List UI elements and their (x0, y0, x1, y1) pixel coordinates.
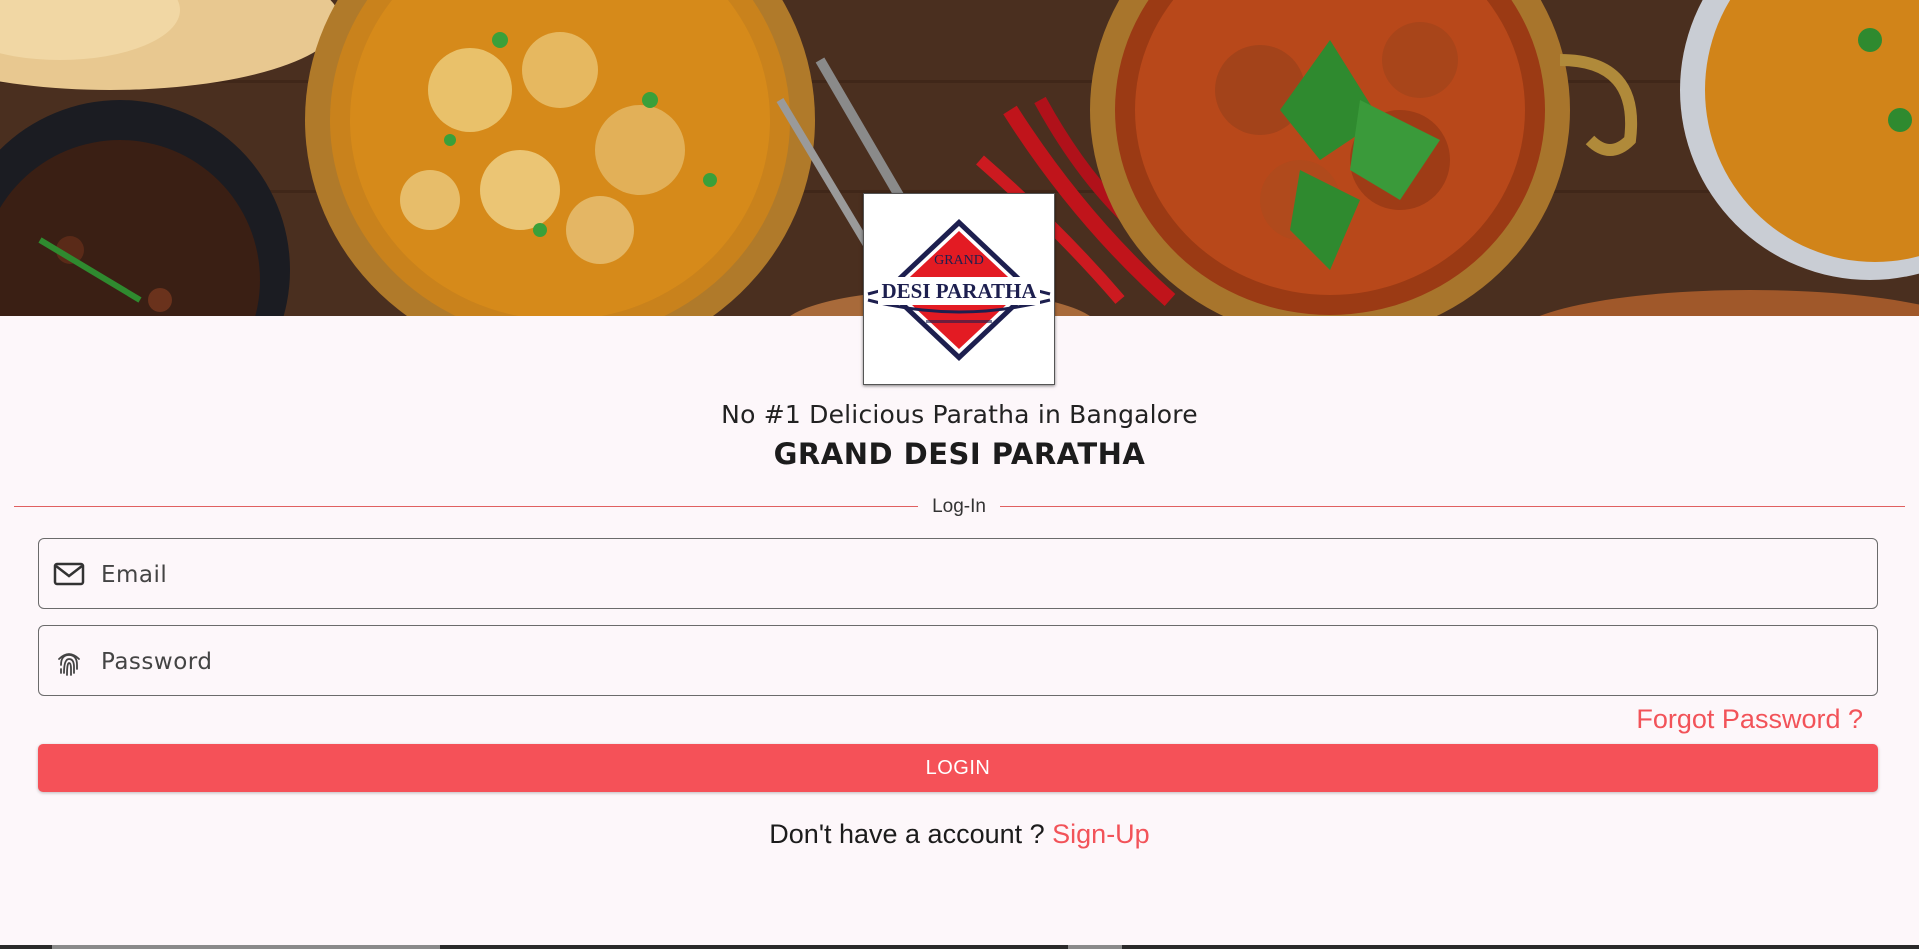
bottom-scrollbar (0, 945, 1919, 949)
forgot-password-link[interactable]: Forgot Password ? (1636, 704, 1863, 735)
login-page: GRAND DESI PARATHA No #1 Delicious Parat… (0, 0, 1919, 949)
page-title: GRAND DESI PARATHA (773, 437, 1146, 471)
login-button[interactable]: LOGIN (38, 744, 1878, 792)
logo-diamond-icon: GRAND DESI PARATHA (867, 219, 1051, 361)
scrollbar-segment (52, 945, 440, 949)
email-field[interactable] (38, 538, 1878, 610)
scrollbar-segment (1068, 945, 1122, 949)
password-input[interactable] (99, 626, 1867, 697)
logo-line2: DESI PARATHA (882, 279, 1038, 303)
logo-line1: GRAND (934, 253, 984, 268)
mail-icon (53, 560, 85, 588)
divider-line-right (1000, 506, 1905, 507)
fingerprint-icon (53, 647, 85, 676)
password-field[interactable] (38, 625, 1878, 697)
tagline: No #1 Delicious Paratha in Bangalore (721, 400, 1198, 429)
login-divider: Log-In (14, 496, 1905, 518)
email-input[interactable] (99, 539, 1867, 610)
signup-link[interactable]: Sign-Up (1052, 819, 1150, 849)
signup-row: Don't have a account ? Sign-Up (0, 819, 1919, 850)
divider-line-left (14, 506, 918, 507)
divider-label: Log-In (932, 496, 986, 517)
brand-logo: GRAND DESI PARATHA (863, 193, 1055, 385)
signup-prompt: Don't have a account ? (769, 819, 1045, 849)
